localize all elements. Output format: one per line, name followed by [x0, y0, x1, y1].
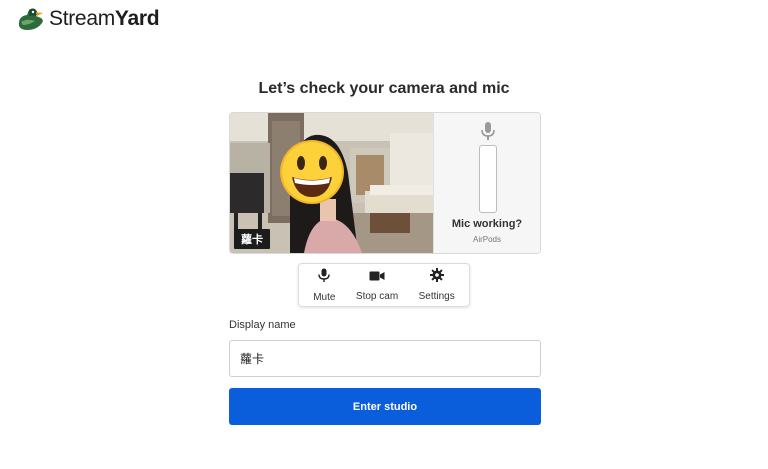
stop-cam-button[interactable]: Stop cam — [356, 269, 398, 302]
gear-icon — [429, 268, 444, 287]
microphone-icon — [480, 121, 496, 146]
mic-check-panel: Mic working? AirPods — [433, 113, 540, 253]
mic-level-meter — [479, 145, 497, 213]
mute-button[interactable]: Mute — [313, 268, 335, 303]
media-controls: Mute Stop cam Settings — [298, 263, 470, 307]
page-title: Let’s check your camera and mic — [258, 80, 510, 97]
mic-device-name: AirPods — [472, 235, 501, 244]
settings-label: Settings — [418, 291, 455, 302]
camera-preview-panel: 蘿卡 Mic working? AirPods — [229, 112, 541, 254]
streamyard-logo[interactable]: StreamYard — [15, 6, 160, 32]
display-name-label: Display name — [229, 319, 296, 331]
brand-wordmark: StreamYard — [49, 7, 160, 30]
duck-icon — [15, 6, 45, 32]
participant-name-tag: 蘿卡 — [234, 229, 270, 249]
microphone-icon — [318, 268, 331, 288]
mic-status-text: Mic working? — [451, 218, 523, 230]
enter-studio-button[interactable]: Enter studio — [229, 388, 541, 425]
display-name-input[interactable] — [229, 340, 541, 377]
settings-button[interactable]: Settings — [419, 268, 455, 302]
mute-label: Mute — [313, 291, 336, 303]
video-camera-icon — [369, 269, 385, 287]
stop-cam-label: Stop cam — [355, 290, 399, 302]
camera-feed: 蘿卡 — [230, 113, 433, 253]
